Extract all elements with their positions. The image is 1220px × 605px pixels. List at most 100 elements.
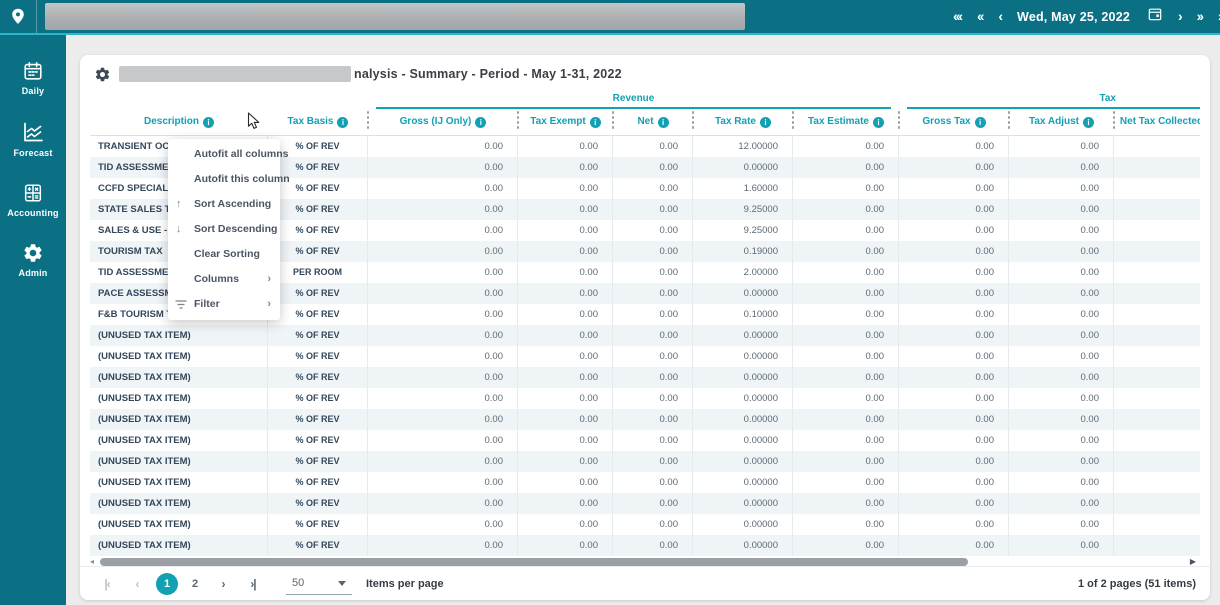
content-card: nalysis - Summary - Period - May 1-31, 2… <box>80 55 1210 600</box>
cell-tax-rate: 0.00000 <box>693 325 793 346</box>
date-back-fast-button[interactable]: ‹‹‹ <box>953 0 961 33</box>
table-row[interactable]: (UNUSED TAX ITEM) % OF REV 0.00 0.00 0.0… <box>90 325 1200 346</box>
table-row[interactable]: (UNUSED TAX ITEM) % OF REV 0.00 0.00 0.0… <box>90 451 1200 472</box>
cell-net-tax-collected <box>1114 241 1200 262</box>
date-navigation: ‹‹‹ ‹‹ ‹ Wed, May 25, 2022 › ›› ››› <box>953 0 1220 33</box>
page-button-2[interactable]: 2 <box>184 578 206 590</box>
info-icon[interactable]: i <box>337 117 348 128</box>
info-icon[interactable]: i <box>203 117 214 128</box>
sidebar-item-admin[interactable]: Admin <box>0 237 66 283</box>
column-label: Description <box>144 116 199 127</box>
sidebar-item-daily[interactable]: Daily <box>0 55 66 101</box>
scrollbar-thumb[interactable] <box>100 558 968 566</box>
column-header-tax-estimate[interactable]: Tax Estimatei <box>793 116 899 128</box>
column-label: Tax Rate <box>715 116 756 127</box>
column-header-tax-adjust[interactable]: Tax Adjusti <box>1009 116 1114 128</box>
cell-tax-rate: 0.00000 <box>693 514 793 535</box>
table-row[interactable]: (UNUSED TAX ITEM) % OF REV 0.00 0.00 0.0… <box>90 388 1200 409</box>
date-forward-week-button[interactable]: ›› <box>1197 0 1202 33</box>
column-label: Tax Basis <box>288 116 334 127</box>
column-header-net[interactable]: Neti <box>613 116 693 128</box>
menu-item-sort-descending[interactable]: ↓ Sort Descending <box>168 217 280 242</box>
column-header-gross-ij-only[interactable]: Gross (IJ Only)i <box>368 116 518 128</box>
date-forward-day-button[interactable]: › <box>1178 0 1181 33</box>
table-row[interactable]: (UNUSED TAX ITEM) % OF REV 0.00 0.00 0.0… <box>90 535 1200 556</box>
cell-tax-adjust: 0.00 <box>1009 325 1114 346</box>
cell-tax-basis: % OF REV <box>268 220 368 241</box>
cell-tax-estimate: 0.00 <box>793 325 899 346</box>
cell-tax-estimate: 0.00 <box>793 283 899 304</box>
info-icon[interactable]: i <box>975 117 986 128</box>
menu-item-autofit-this-column[interactable]: Autofit this column <box>168 167 280 192</box>
cell-tax-estimate: 0.00 <box>793 409 899 430</box>
cell-tax-exempt: 0.00 <box>518 283 613 304</box>
cell-tax-exempt: 0.00 <box>518 535 613 556</box>
table-row[interactable]: (UNUSED TAX ITEM) % OF REV 0.00 0.00 0.0… <box>90 430 1200 451</box>
settings-gear-icon[interactable] <box>94 66 111 83</box>
cell-tax-rate: 2.00000 <box>693 262 793 283</box>
cell-tax-estimate: 0.00 <box>793 367 899 388</box>
table-row[interactable]: (UNUSED TAX ITEM) % OF REV 0.00 0.00 0.0… <box>90 514 1200 535</box>
menu-item-filter[interactable]: Filter › <box>168 292 280 317</box>
cell-tax-estimate: 0.00 <box>793 262 899 283</box>
cell-net-tax-collected <box>1114 304 1200 325</box>
table-row[interactable]: (UNUSED TAX ITEM) % OF REV 0.00 0.00 0.0… <box>90 367 1200 388</box>
cell-tax-exempt: 0.00 <box>518 514 613 535</box>
page-button-1[interactable]: 1 <box>156 573 178 595</box>
cell-tax-adjust: 0.00 <box>1009 346 1114 367</box>
info-icon[interactable]: i <box>590 117 601 128</box>
cell-net-tax-collected <box>1114 409 1200 430</box>
cell-tax-estimate: 0.00 <box>793 535 899 556</box>
table-row[interactable]: (UNUSED TAX ITEM) % OF REV 0.00 0.00 0.0… <box>90 493 1200 514</box>
column-header-tax-basis[interactable]: Tax Basisi <box>268 116 368 128</box>
cell-net-tax-collected <box>1114 283 1200 304</box>
info-icon[interactable]: i <box>760 117 771 128</box>
menu-item-label: Clear Sorting <box>194 248 260 260</box>
cell-net: 0.00 <box>613 262 693 283</box>
sidebar-item-forecast[interactable]: Forecast <box>0 115 66 163</box>
cell-gross-tax: 0.00 <box>899 283 1009 304</box>
column-header-tax-exempt[interactable]: Tax Exempti <box>518 116 613 128</box>
column-header-net-tax-collected[interactable]: Net Tax Collectedi <box>1114 116 1200 128</box>
table-row[interactable]: (UNUSED TAX ITEM) % OF REV 0.00 0.00 0.0… <box>90 472 1200 493</box>
column-header-gross-tax[interactable]: Gross Taxi <box>899 116 1009 128</box>
info-icon[interactable]: i <box>873 117 884 128</box>
column-header-description[interactable]: Description i <box>90 116 268 128</box>
last-page-button[interactable]: ›| <box>240 577 266 591</box>
cell-gross: 0.00 <box>368 178 518 199</box>
cell-tax-exempt: 0.00 <box>518 304 613 325</box>
cell-gross-tax: 0.00 <box>899 304 1009 325</box>
sidebar-item-accounting[interactable]: Accounting <box>0 177 66 223</box>
date-back-day-button[interactable]: ‹ <box>998 0 1001 33</box>
table-row[interactable]: (UNUSED TAX ITEM) % OF REV 0.00 0.00 0.0… <box>90 346 1200 367</box>
page-size-dropdown[interactable]: 50 <box>286 573 352 595</box>
column-header-tax-rate[interactable]: Tax Rate i <box>693 116 793 128</box>
cell-net: 0.00 <box>613 451 693 472</box>
menu-item-columns[interactable]: Columns › <box>168 267 280 292</box>
calendar-icon[interactable] <box>1148 7 1162 26</box>
cell-tax-adjust: 0.00 <box>1009 220 1114 241</box>
cell-net-tax-collected <box>1114 157 1200 178</box>
cell-tax-exempt: 0.00 <box>518 199 613 220</box>
prev-page-button[interactable]: ‹ <box>124 577 150 591</box>
info-icon[interactable]: i <box>475 117 486 128</box>
cell-gross: 0.00 <box>368 199 518 220</box>
cell-tax-basis: % OF REV <box>268 241 368 262</box>
info-icon[interactable]: i <box>1083 117 1094 128</box>
cell-net-tax-collected <box>1114 493 1200 514</box>
info-icon[interactable]: i <box>658 117 669 128</box>
cell-tax-exempt: 0.00 <box>518 472 613 493</box>
current-date-label[interactable]: Wed, May 25, 2022 <box>1017 10 1130 24</box>
menu-item-sort-ascending[interactable]: ↑ Sort Ascending <box>168 192 280 217</box>
cell-tax-adjust: 0.00 <box>1009 199 1114 220</box>
table-row[interactable]: (UNUSED TAX ITEM) % OF REV 0.00 0.00 0.0… <box>90 409 1200 430</box>
arrow-up-icon: ↑ <box>176 192 182 217</box>
cell-net-tax-collected <box>1114 514 1200 535</box>
first-page-button[interactable]: |‹ <box>94 577 120 591</box>
menu-item-autofit-all-columns[interactable]: Autofit all columns <box>168 142 280 167</box>
cell-gross-tax: 0.00 <box>899 262 1009 283</box>
next-page-button[interactable]: › <box>210 577 236 591</box>
date-back-week-button[interactable]: ‹‹ <box>977 0 982 33</box>
location-pin-button[interactable] <box>0 0 37 33</box>
menu-item-clear-sorting[interactable]: Clear Sorting <box>168 242 280 267</box>
